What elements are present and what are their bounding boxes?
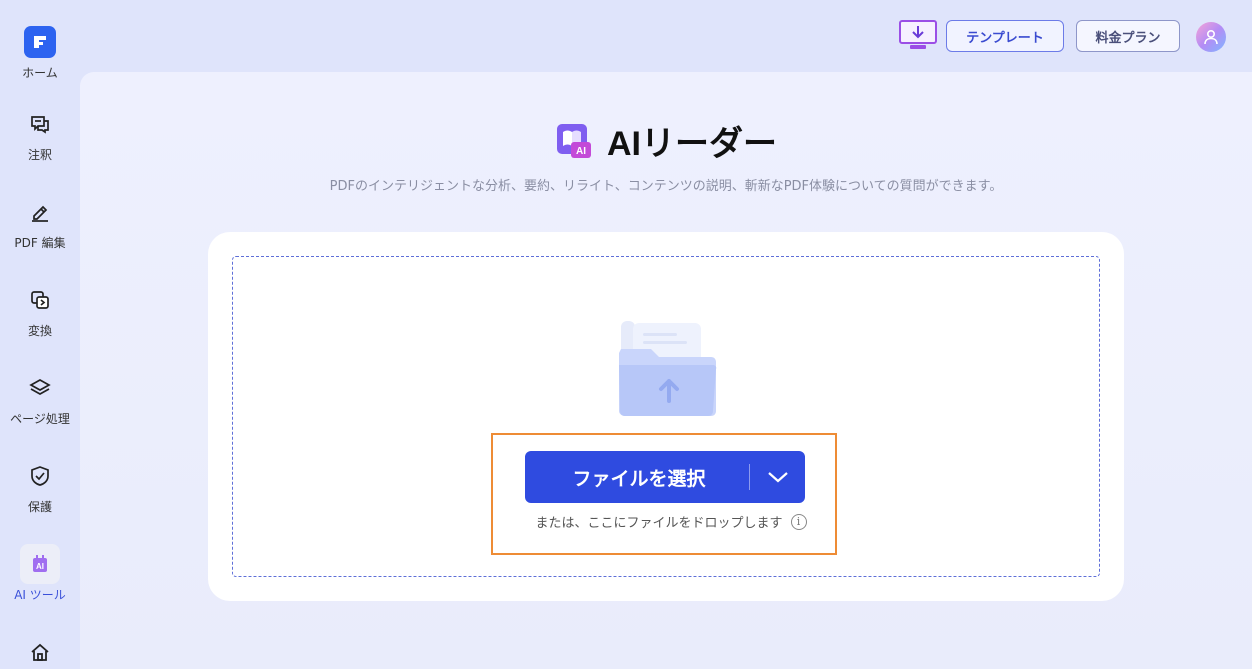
edit-pen-icon [20,192,60,232]
select-file-label: ファイルを選択 [572,467,706,490]
download-app-button[interactable] [898,19,938,53]
ai-tool-icon: AI [20,544,60,584]
sidebar-item-protect[interactable]: 保護 [0,456,80,515]
sidebar-item-label: 注釈 [27,148,52,162]
select-file-dropdown[interactable] [750,451,805,503]
page-header: AI AIリーダー [80,116,1252,165]
sidebar-item-label: 保護 [27,500,52,514]
main-panel: AI AIリーダー PDFのインテリジェントな分析、要約、リライト、コンテンツの… [80,72,1252,669]
sidebar-item-ai-tools[interactable]: AI AI ツール [0,544,80,603]
annotate-icon [20,104,60,144]
page-title: AIリーダー [607,125,777,163]
sidebar-item-house[interactable] [0,632,80,669]
select-file-button[interactable]: ファイルを選択 [525,451,805,503]
ai-badge-text: AI [576,146,586,157]
shield-check-icon [20,456,60,496]
template-button[interactable]: テンプレート [946,20,1064,52]
user-icon [1204,29,1218,45]
sidebar-item-pdf-edit[interactable]: PDF 編集 [0,192,80,251]
chevron-down-icon [767,472,788,483]
sidebar-item-label: ページ処理 [10,412,70,426]
svg-text:AI: AI [36,562,44,571]
sidebar-item-label: ホーム [22,66,58,80]
sidebar-item-label: PDF 編集 [14,236,66,250]
ai-reader-icon: AI [557,123,591,158]
layers-icon [20,368,60,408]
pricing-plan-button[interactable]: 料金プラン [1076,20,1180,52]
convert-icon [20,280,60,320]
avatar[interactable] [1196,22,1226,52]
home-logo-icon [20,22,60,62]
folder-upload-icon [619,321,717,416]
drop-hint: または、ここにファイルをドロップします i [521,512,821,531]
info-icon[interactable]: i [790,513,807,530]
upload-card: ファイルを選択 または、ここにファイルをドロップします i [208,232,1124,601]
house-icon [20,632,60,669]
sidebar-item-convert[interactable]: 変換 [0,280,80,339]
page-subtitle: PDFのインテリジェントな分析、要約、リライト、コンテンツの説明、斬新なPDF体… [329,179,1003,194]
sidebar-item-page-processing[interactable]: ページ処理 [0,368,80,427]
sidebar: ホーム 注釈 PDF 編集 変換 ページ処理 保護 AI AI ツール [0,0,80,669]
download-monitor-icon [899,20,937,49]
sidebar-item-home[interactable]: ホーム [0,22,80,81]
file-dropzone[interactable]: ファイルを選択 または、ここにファイルをドロップします i [232,256,1100,577]
sidebar-item-annotate[interactable]: 注釈 [0,104,80,163]
sidebar-item-label: 変換 [27,324,52,338]
sidebar-item-label: AI ツール [14,588,66,602]
drop-hint-text: または、ここにファイルをドロップします [535,516,783,531]
